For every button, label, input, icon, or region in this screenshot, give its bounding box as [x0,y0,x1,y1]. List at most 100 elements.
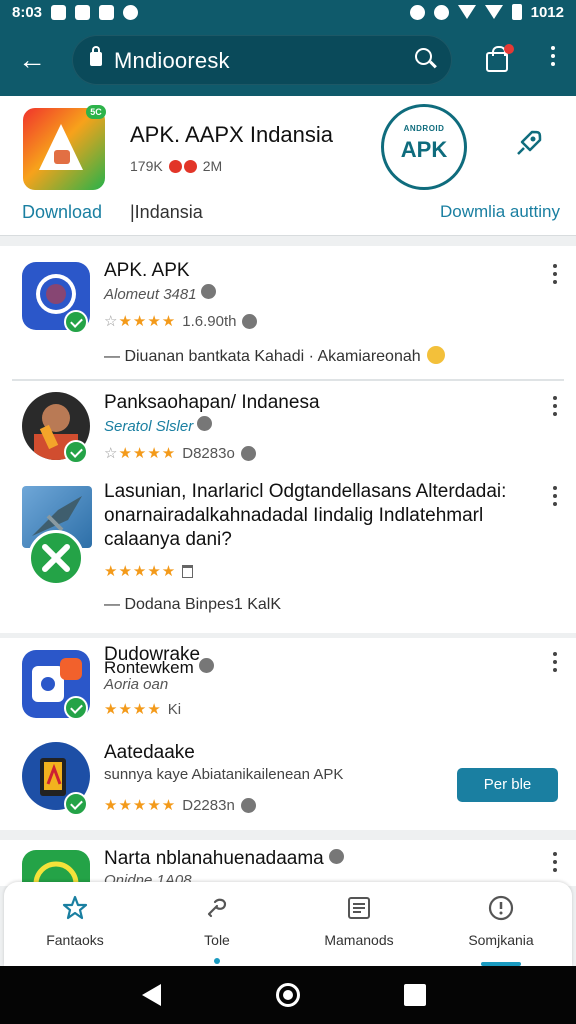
more-options-icon[interactable] [550,264,560,288]
photo-icon [75,4,91,20]
more-options-icon[interactable] [550,852,560,876]
system-back-icon[interactable] [142,984,161,1006]
installed-check-icon [64,440,88,464]
app-title: APK. APK [104,260,190,281]
notification-dot [504,44,514,54]
battery-icon [511,4,522,20]
star-icon [62,895,88,920]
rating-count: 179K [130,158,163,174]
more-options-icon[interactable] [550,486,560,510]
location-icon [433,4,449,20]
app-rating: ★★★★★ [104,562,194,580]
app-rating: ★★★★★ D2283n [104,796,256,814]
tools-icon [28,530,84,586]
notification-icon [123,4,139,20]
download-link[interactable]: Download [22,202,102,223]
nav-tab-manage[interactable]: Mamanods [288,882,430,966]
app-rating: ☆★★★★ 1.6.90th [104,312,258,330]
app-list-section: Narta nblanahuenadaama Onidne 1A08 [0,840,576,886]
apk-badge: ANDROID APK [381,104,467,190]
list-item[interactable]: APK. APK Alomeut 3481 ☆★★★★ 1.6.90th — D… [0,246,576,376]
status-bar: 8:03 1012 [0,0,576,24]
verified-icon [197,416,213,431]
document-icon [348,897,370,919]
app-developer: Seratol Slsler [104,416,213,435]
article-title: Lasunian, Inarlaricl Odgtandellasans Alt… [104,481,507,550]
mail-icon [51,4,67,20]
app-title: Aatedaake [104,742,195,763]
search-bar[interactable]: Mndiooresk [72,35,452,85]
system-navigation-bar [0,966,576,1024]
info-icon [240,797,256,813]
app-developer: Aoria oan [104,676,169,693]
list-item[interactable]: Panksaohapan/ Indanesa Seratol Slsler ☆★… [0,382,576,480]
more-options-icon[interactable] [550,396,560,420]
verified-icon [200,284,216,299]
nav-label: Fantaoks [46,932,104,948]
download-count: 2M [202,158,223,174]
apk-badge-caption: ANDROID [403,124,445,133]
app-icon [22,850,90,886]
version-badge: 5C [86,105,106,119]
app-rating: ☆★★★★ D8283o [104,444,256,462]
status-right-text: 1012 [530,3,564,21]
installed-check-icon [64,310,88,334]
installed-check-icon [64,792,88,816]
trash-icon[interactable] [182,564,194,578]
secondary-action-link[interactable]: Dowmlia auttiny [440,202,560,222]
emoji-icon [426,346,445,364]
nav-tab-tools[interactable]: Tole [146,882,288,966]
install-button[interactable]: Per ble [457,768,558,802]
list-item[interactable]: Dudowrake Rontewkem Aoria oan ★★★★ Ki [0,638,576,734]
active-indicator [214,958,220,964]
system-home-icon[interactable] [276,983,300,1007]
nav-label: Somjkania [468,932,534,948]
alarm-icon [409,4,425,20]
tool-icon [207,898,227,918]
bottom-navigation: Fantaoks Tole Mamanods Somjkania [4,882,572,966]
app-bar: ← Mndiooresk [0,24,576,96]
app-list-section: APK. APK Alomeut 3481 ☆★★★★ 1.6.90th — D… [0,246,576,633]
search-icon[interactable] [414,47,438,71]
status-time: 8:03 [12,3,43,21]
app-logo[interactable] [23,108,105,190]
nav-label: Tole [204,932,230,948]
list-item[interactable]: Lasunian, Inarlaricl Odgtandellasans Alt… [0,480,576,630]
lock-icon [90,46,102,66]
more-options-icon[interactable] [550,652,560,676]
nav-tab-summary[interactable]: Somjkania [430,882,572,966]
overflow-menu-icon[interactable] [545,46,561,76]
installed-check-icon [64,696,88,720]
signal-icon [484,5,503,19]
divider [12,379,564,381]
region-label: |Indansia [130,202,203,222]
search-input[interactable]: Mndiooresk [114,48,230,74]
shopping-bag-icon[interactable] [484,44,514,74]
app-title: Narta nblanahuenadaama [104,848,345,870]
verified-icon [198,658,214,673]
app-title: Panksaohapan/ Indanesa [104,392,320,413]
info-circle-icon [488,895,514,921]
app-note: — Dodana Binpes1 KalK [104,596,281,613]
red-dots-icon [168,159,197,173]
wifi-icon [457,5,476,19]
app-subtitle: Rontewkem [104,658,214,678]
featured-app-meta: 179K 2M [130,158,222,174]
back-arrow-icon[interactable]: ← [14,42,50,78]
nav-tab-featured[interactable]: Fantaoks [4,882,146,966]
verified-icon [329,849,345,864]
system-recents-icon[interactable] [404,984,426,1006]
rocket-icon[interactable] [510,126,546,162]
list-item[interactable]: Aatedaake sunnya kaye Abiatanikailenean … [0,734,576,830]
apk-badge-label: APK [400,137,448,162]
nav-label: Mamanods [324,932,394,948]
app-description: sunnya kaye Abiatanikailenean APK [104,766,344,783]
featured-app-title[interactable]: APK. AAPX Indansia [130,122,333,148]
list-item[interactable]: Narta nblanahuenadaama Onidne 1A08 [0,840,576,886]
app-rating: ★★★★ Ki [104,700,182,719]
app-developer: Alomeut 3481 [104,284,216,303]
featured-app-card: 5C APK. AAPX Indansia 179K 2M ANDROID AP… [0,96,576,236]
info-icon [242,313,258,329]
info-icon [240,445,256,461]
app-list-section: Dudowrake Rontewkem Aoria oan ★★★★ Ki Aa… [0,638,576,830]
